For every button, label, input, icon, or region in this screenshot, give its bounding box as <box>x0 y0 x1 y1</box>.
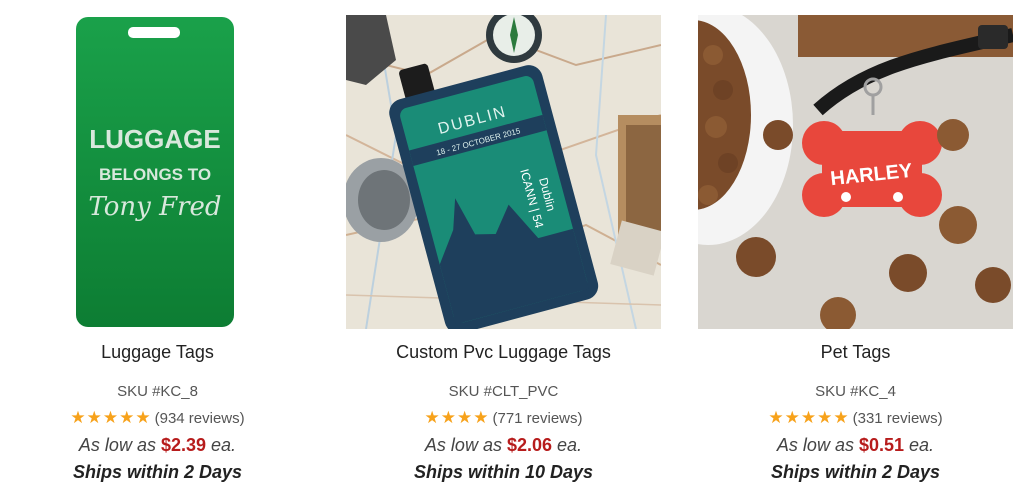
star-icon: ★ <box>440 408 456 427</box>
product-name[interactable]: Pet Tags <box>698 342 1013 363</box>
star-rating: ★ ★ ★ ★ ★ <box>768 409 848 427</box>
product-price: As low as $0.51 ea. <box>698 435 1013 456</box>
review-count[interactable]: (771 reviews) <box>492 410 582 427</box>
price-prefix: As low as <box>78 435 156 455</box>
product-image-pet-tags[interactable]: HARLEY <box>698 15 1013 329</box>
star-icon: ★ <box>135 408 151 427</box>
price-prefix: As low as <box>776 435 854 455</box>
star-icon: ★ <box>800 408 817 427</box>
product-rating: ★ ★ ★ ★ ★ (331 reviews) <box>698 409 1013 427</box>
shipping-info: Ships within 2 Days <box>72 462 243 482</box>
tag-text-line3: Tony Fred <box>88 192 221 222</box>
product-rating: ★ ★ ★ ★ ★ (934 reviews) <box>0 409 315 427</box>
product-image-luggage-tags[interactable]: LUGGAGE BELONGS TO Tony Fred <box>0 15 315 329</box>
star-icon: ★ <box>86 408 102 427</box>
price-suffix: ea. <box>211 435 237 455</box>
star-icon: ★ <box>473 408 489 427</box>
star-icon: ★ <box>784 408 800 427</box>
review-count[interactable]: (934 reviews) <box>155 410 245 427</box>
star-rating: ★ ★ ★ ★ <box>424 409 488 427</box>
star-icon: ★ <box>768 408 784 427</box>
product-name[interactable]: Luggage Tags <box>0 342 315 363</box>
star-icon: ★ <box>70 408 86 427</box>
star-rating: ★ ★ ★ ★ ★ <box>70 409 150 427</box>
star-icon: ★ <box>833 408 849 427</box>
product-card-luggage-tags[interactable]: LUGGAGE BELONGS TO Tony Fred Luggage Tag… <box>0 0 315 482</box>
price-prefix: As low as <box>424 435 502 455</box>
product-name[interactable]: Custom Pvc Luggage Tags <box>346 342 661 363</box>
star-icon: ★ <box>424 408 440 427</box>
star-icon: ★ <box>119 408 135 427</box>
price-amount: $2.06 <box>506 435 553 455</box>
product-image-custom-pvc-luggage-tags[interactable]: DUBLIN 18 - 27 OCTOBER 2015 ICANN | 54 D… <box>346 15 661 329</box>
star-icon: ★ <box>102 408 119 427</box>
price-amount: $2.39 <box>160 435 207 455</box>
product-price: As low as $2.06 ea. <box>346 435 661 456</box>
star-icon: ★ <box>456 408 473 427</box>
review-count[interactable]: (331 reviews) <box>853 410 943 427</box>
star-icon: ★ <box>817 408 833 427</box>
shipping-info: Ships within 10 Days <box>413 462 594 482</box>
product-card-custom-pvc-luggage-tags[interactable]: DUBLIN 18 - 27 OCTOBER 2015 ICANN | 54 D… <box>346 0 661 482</box>
shipping-info: Ships within 2 Days <box>770 462 941 482</box>
tag-text-line1: LUGGAGE <box>89 124 220 154</box>
product-sku: SKU #CLT_PVC <box>448 383 559 400</box>
price-suffix: ea. <box>909 435 935 455</box>
product-card-pet-tags[interactable]: HARLEY Pet Tags SKU #KC_4 ★ ★ ★ ★ ★ (331 rev… <box>698 0 1013 482</box>
price-suffix: ea. <box>557 435 583 455</box>
product-rating: ★ ★ ★ ★ (771 reviews) <box>346 409 661 427</box>
product-sku: SKU #KC_4 <box>815 383 896 400</box>
price-amount: $0.51 <box>858 435 905 455</box>
product-price: As low as $2.39 ea. <box>0 435 315 456</box>
tag-text-line2: BELONGS TO <box>99 165 211 184</box>
product-sku: SKU #KC_8 <box>117 383 198 400</box>
